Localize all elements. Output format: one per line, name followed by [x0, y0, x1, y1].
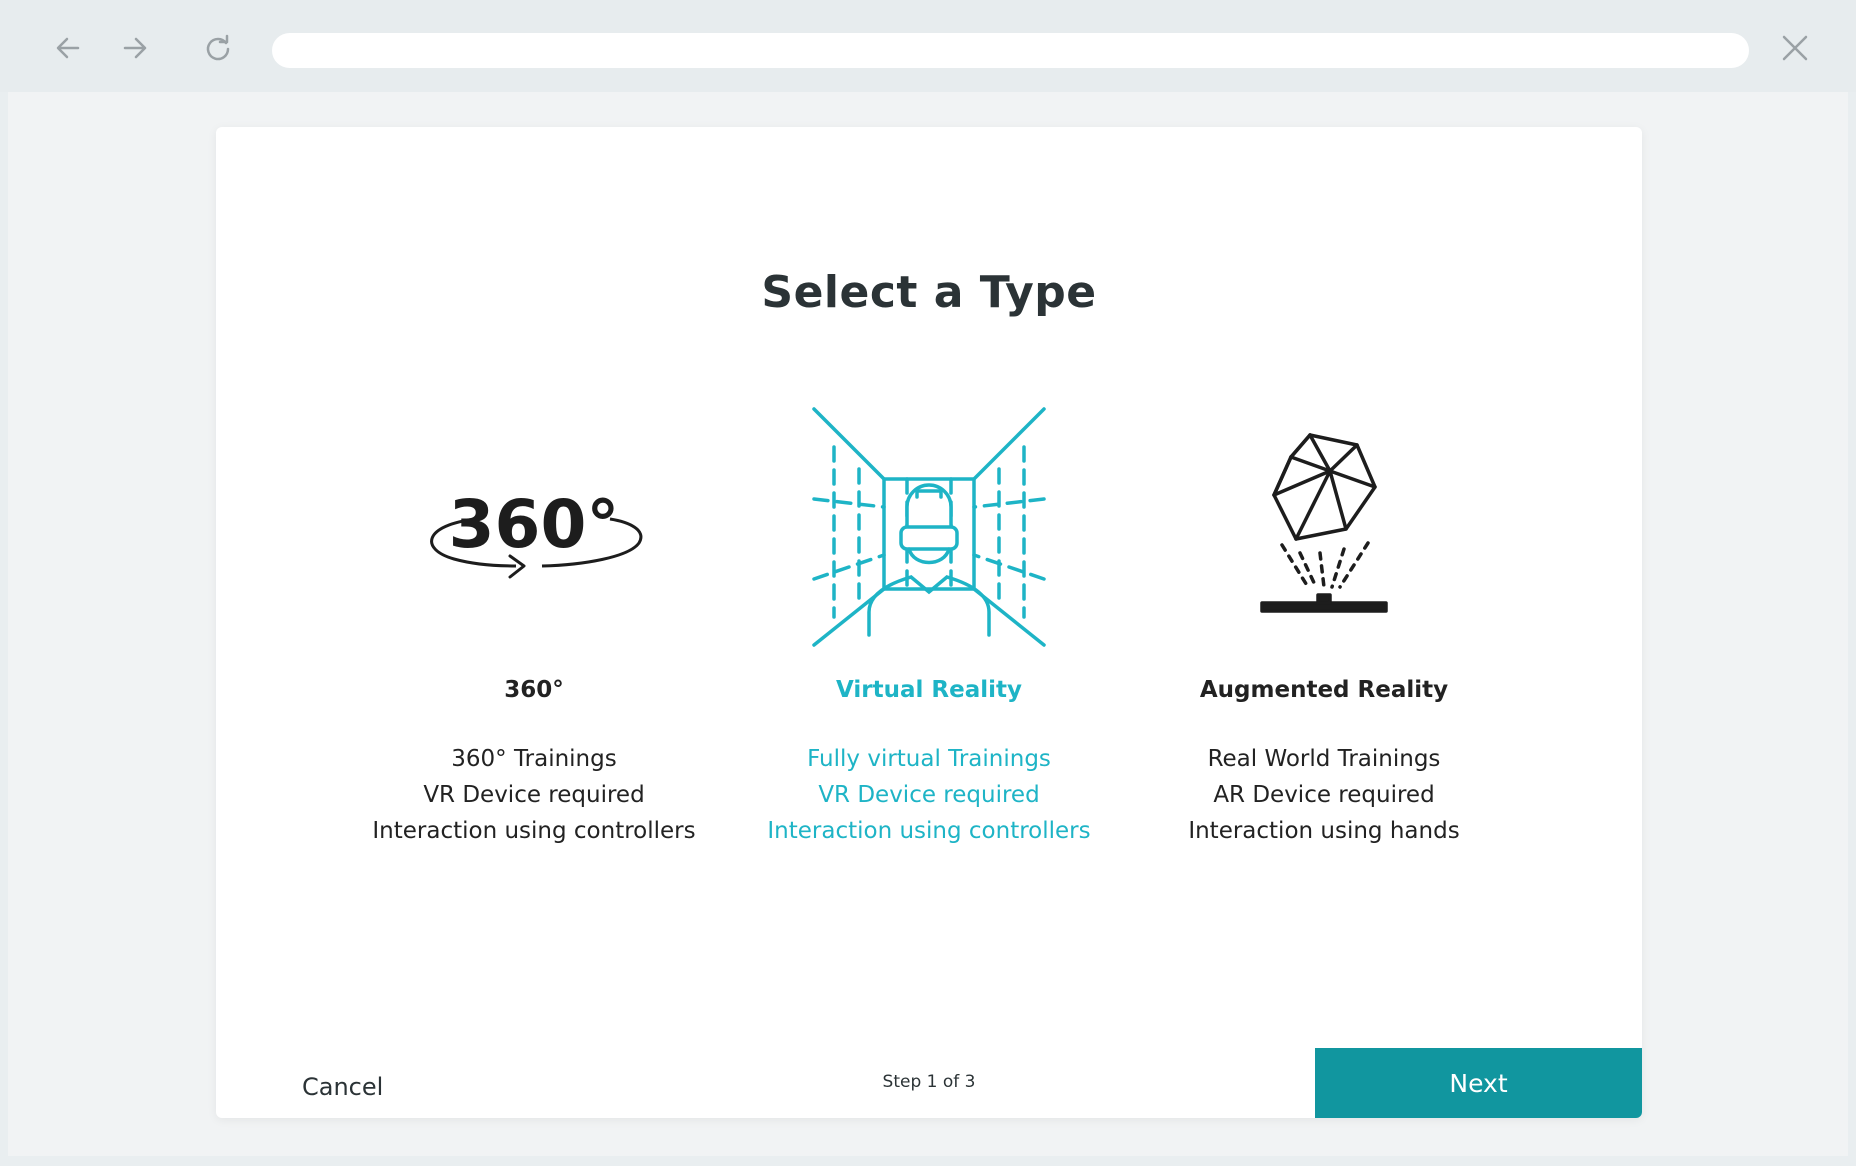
option-360-title: 360°: [504, 677, 564, 703]
option-360-description: 360° Trainings VR Device required Intera…: [344, 741, 724, 849]
select-type-dialog: Select a Type 360° 360° 360° Trainings V…: [216, 127, 1642, 1118]
cancel-button[interactable]: Cancel: [296, 1062, 389, 1112]
address-bar[interactable]: [272, 33, 1749, 68]
option-360[interactable]: 360° 360° 360° Trainings VR Device requi…: [344, 377, 724, 844]
option-virtual-reality[interactable]: Virtual Reality Fully virtual Trainings …: [739, 377, 1119, 844]
browser-toolbar: [0, 0, 1856, 92]
close-icon: [1782, 35, 1808, 61]
option-ar-line-2: AR Device required: [1213, 782, 1435, 808]
vr-headset-room-icon: [812, 407, 1046, 647]
option-vr-title: Virtual Reality: [836, 677, 1022, 703]
option-augmented-reality[interactable]: Augmented Reality Real World Trainings A…: [1134, 377, 1514, 844]
option-360-line-2: VR Device required: [423, 782, 645, 808]
option-vr-line-1: Fully virtual Trainings: [807, 746, 1051, 772]
reload-icon: [206, 34, 230, 61]
option-ar-description: Real World Trainings AR Device required …: [1134, 741, 1514, 849]
option-360-line-3: Interaction using controllers: [372, 818, 696, 844]
close-window-button[interactable]: [1775, 28, 1815, 68]
option-vr-line-2: VR Device required: [818, 782, 1040, 808]
option-vr-line-3: Interaction using controllers: [767, 818, 1091, 844]
arrow-left-icon: [56, 37, 80, 59]
ar-hologram-icon: [1260, 433, 1388, 613]
dialog-title: Select a Type: [761, 267, 1097, 318]
arrow-right-icon: [123, 37, 147, 59]
page-viewport: Select a Type 360° 360° 360° Trainings V…: [8, 92, 1848, 1156]
next-button[interactable]: Next: [1315, 1048, 1642, 1118]
option-ar-icon-wrap: [1134, 397, 1514, 657]
option-360-icon-wrap: 360°: [344, 397, 724, 657]
svg-text:360°: 360°: [449, 486, 620, 563]
option-ar-line-1: Real World Trainings: [1207, 746, 1441, 772]
option-vr-icon-wrap: [739, 397, 1119, 657]
back-button[interactable]: [48, 28, 88, 68]
option-vr-description: Fully virtual Trainings VR Device requir…: [739, 741, 1119, 849]
option-360-line-1: 360° Trainings: [451, 746, 617, 772]
360-rotation-icon: 360°: [430, 486, 643, 579]
forward-button[interactable]: [115, 28, 155, 68]
option-ar-line-3: Interaction using hands: [1188, 818, 1460, 844]
option-ar-title: Augmented Reality: [1199, 677, 1449, 703]
reload-button[interactable]: [198, 28, 238, 68]
